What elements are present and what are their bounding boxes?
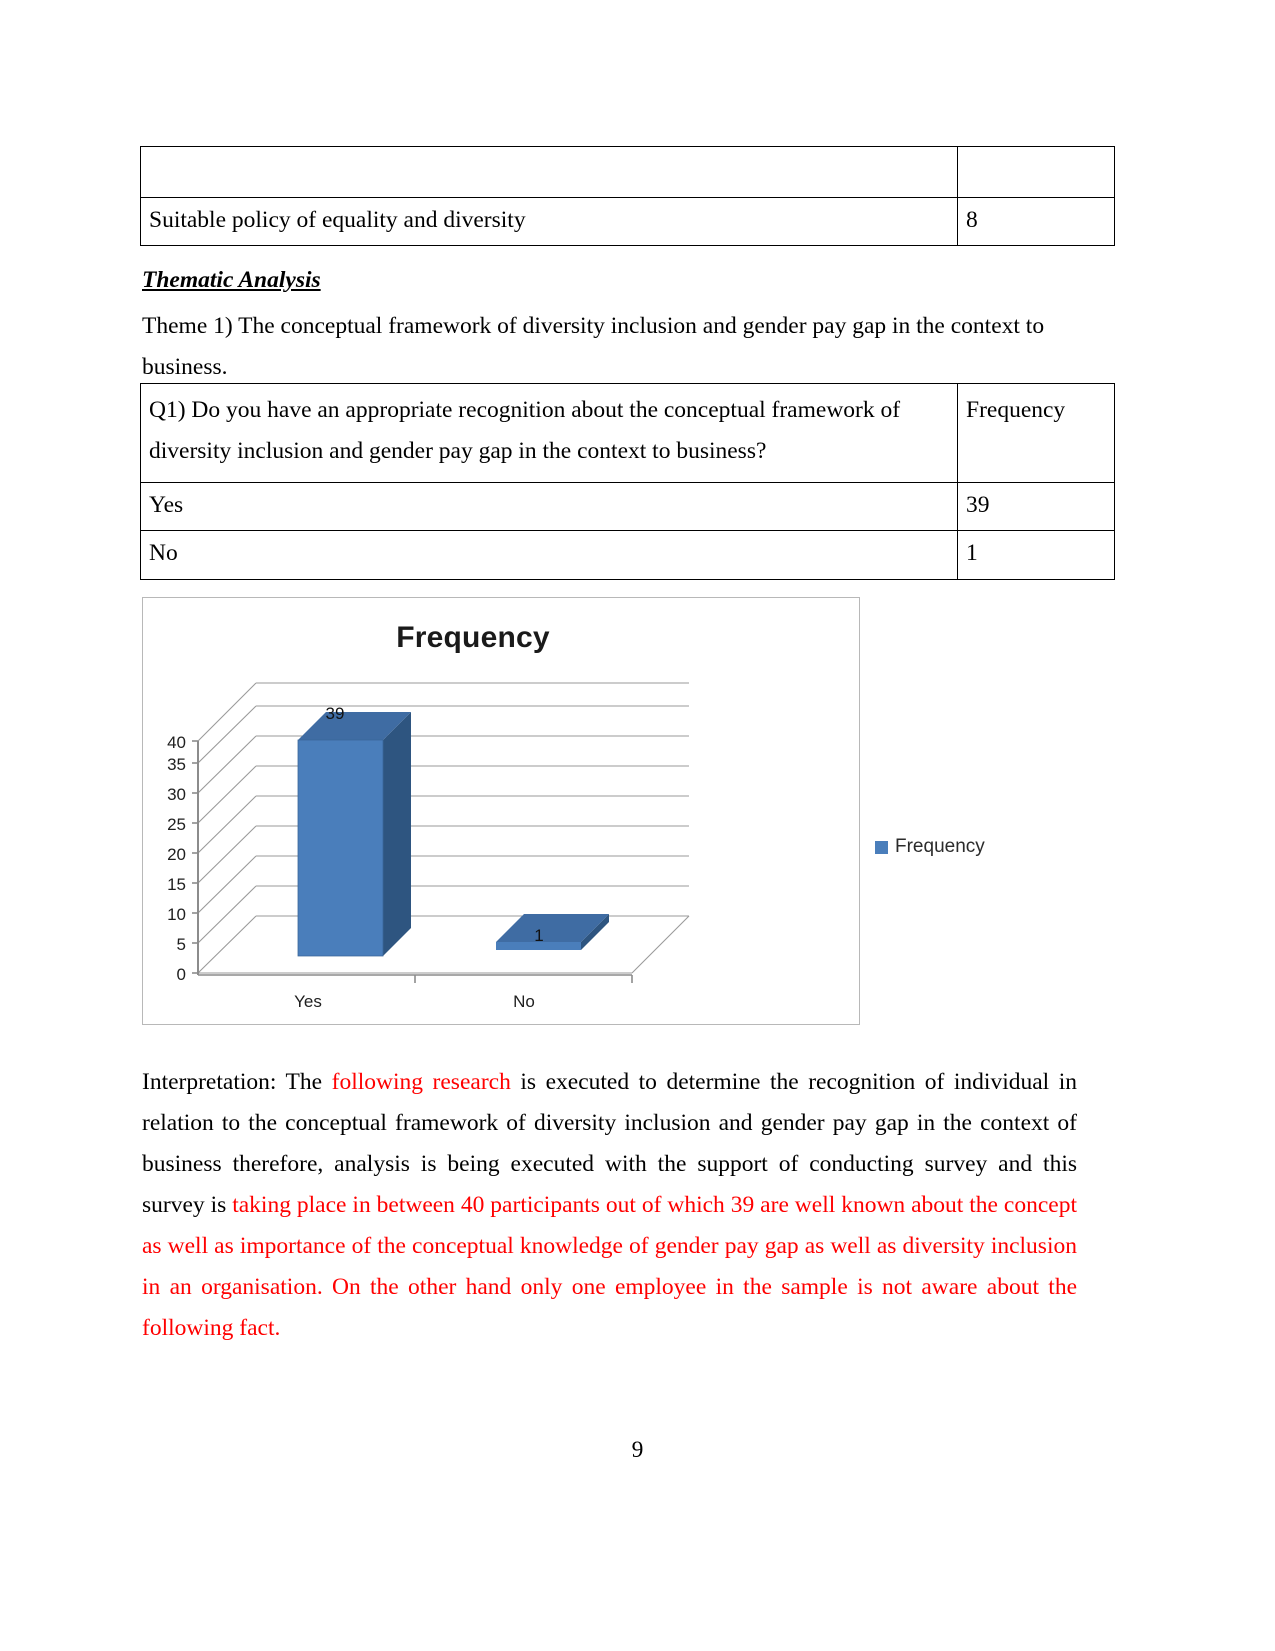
- table-cell-value-empty: [957, 146, 1115, 198]
- chart-x-axis: [198, 974, 633, 983]
- page-number: 9: [631, 1437, 644, 1463]
- table-row: [140, 146, 1115, 198]
- xtick-no: No: [513, 992, 535, 1011]
- table-cell-label-empty: [140, 146, 958, 198]
- ytick-25: 25: [167, 815, 186, 834]
- chart-floor: [198, 915, 690, 974]
- interpretation-highlight-1: following research: [331, 1068, 511, 1095]
- table-row: Yes 39: [140, 481, 1115, 532]
- table-cell-policy-value: 8: [957, 196, 1115, 247]
- ytick-40: 40: [167, 733, 186, 752]
- legend-swatch-frequency: [875, 840, 888, 854]
- interpretation-highlight-2: taking place in between 40 participants …: [142, 1191, 1077, 1341]
- data-label-no: 1: [534, 926, 543, 945]
- question-text-cell: Q1) Do you have an appropriate recogniti…: [140, 383, 958, 483]
- frequency-chart: Frequency 40 35 30 25 20 15 10 5 0 39 1 …: [142, 597, 860, 1025]
- frequency-header-cell: Frequency: [957, 383, 1115, 483]
- table-row: Suitable policy of equality and diversit…: [140, 196, 1115, 247]
- ytick-0: 0: [177, 965, 186, 984]
- table-cell-policy-label: Suitable policy of equality and diversit…: [140, 196, 958, 247]
- chart-canvas: 40 35 30 25 20 15 10 5 0 39 1 Yes No: [167, 682, 690, 1011]
- ytick-35: 35: [167, 755, 186, 774]
- thematic-analysis-heading: Thematic Analysis: [142, 267, 321, 293]
- table-row: No 1: [140, 530, 1115, 580]
- ytick-5: 5: [177, 935, 186, 954]
- interpretation-text-1: Interpretation: The: [142, 1068, 332, 1095]
- interpretation-paragraph: Interpretation: The following research i…: [142, 1062, 1077, 1349]
- legend-label-frequency: Frequency: [895, 836, 985, 857]
- answer-label-no: No: [140, 530, 958, 580]
- xtick-yes: Yes: [294, 992, 322, 1011]
- bar-yes: [297, 712, 411, 957]
- top-summary-table: Suitable policy of equality and diversit…: [140, 146, 1115, 247]
- answer-value-no: 1: [957, 530, 1115, 580]
- chart-y-tick-labels: 40 35 30 25 20 15 10 5 0: [167, 733, 186, 984]
- ytick-10: 10: [167, 905, 186, 924]
- ytick-30: 30: [167, 785, 186, 804]
- answer-label-yes: Yes: [140, 481, 958, 532]
- chart-gridlines: [197, 682, 689, 974]
- chart-x-tick-labels: Yes No: [294, 992, 535, 1011]
- bar-no: [496, 914, 609, 950]
- theme-intro-paragraph: Theme 1) The conceptual framework of div…: [142, 313, 1045, 380]
- document-page: Suitable policy of equality and diversit…: [0, 0, 1275, 1651]
- ytick-20: 20: [167, 845, 186, 864]
- table-row-header: Q1) Do you have an appropriate recogniti…: [140, 383, 1115, 483]
- question-frequency-table: Q1) Do you have an appropriate recogniti…: [140, 383, 1115, 580]
- data-label-yes: 39: [326, 704, 345, 723]
- ytick-15: 15: [167, 875, 186, 894]
- chart-legend: Frequency: [875, 836, 985, 858]
- answer-value-yes: 39: [957, 481, 1115, 532]
